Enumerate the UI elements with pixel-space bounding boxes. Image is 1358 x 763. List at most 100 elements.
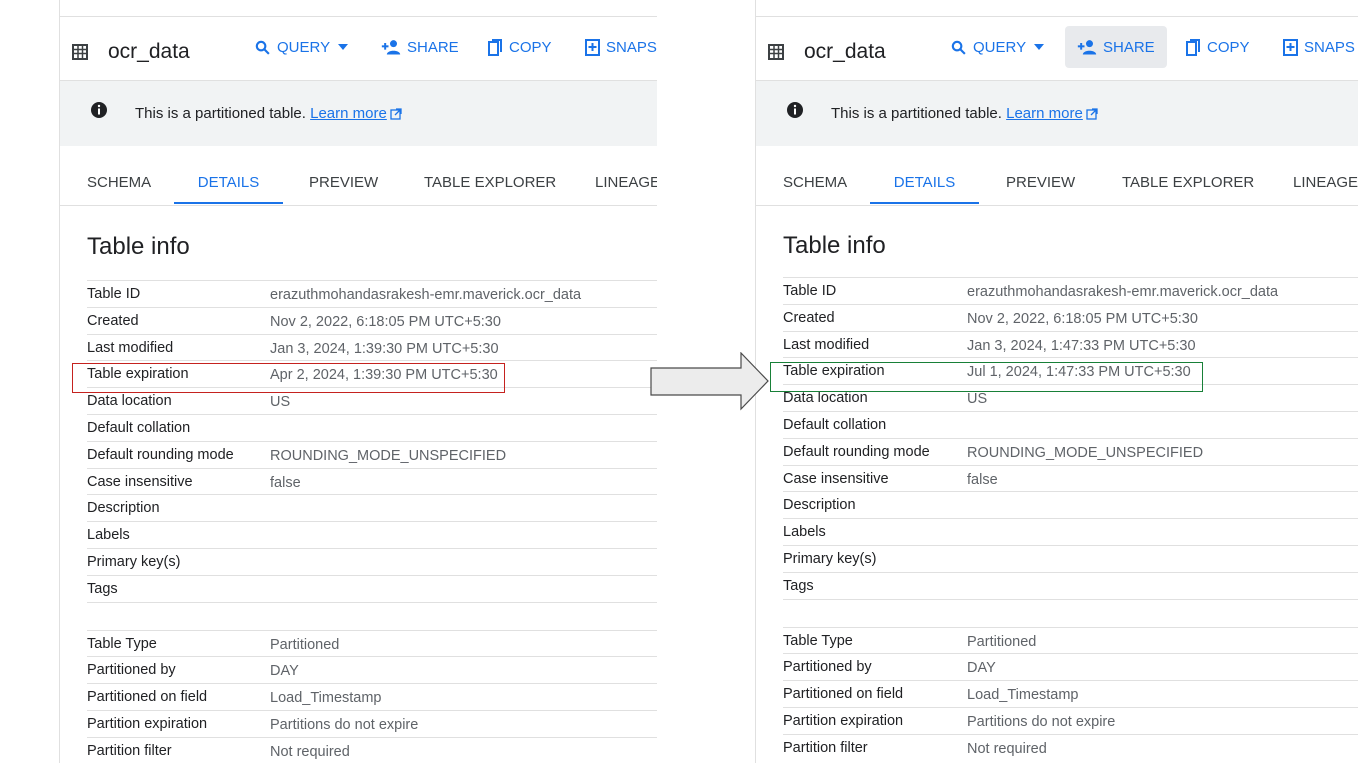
row-value: Partitions do not expire: [967, 713, 1116, 730]
case-insensitive-row: Case insensitive false: [87, 467, 657, 495]
table-icon: [72, 44, 88, 60]
partitioned-by-row: Partitioned by DAY: [87, 656, 657, 683]
row-label: Tags: [783, 577, 814, 594]
section-gap: [87, 601, 657, 630]
tab-schema[interactable]: SCHEMA: [87, 160, 151, 204]
row-value: Partitions do not expire: [270, 716, 419, 733]
row-label: Primary key(s): [87, 553, 181, 570]
chevron-down-icon: [338, 44, 349, 50]
row-value: Nov 2, 2022, 6:18:05 PM UTC+5:30: [270, 313, 501, 330]
tab-details[interactable]: DETAILS: [174, 160, 283, 204]
row-value: erazuthmohandasrakesh-emr.maverick.ocr_d…: [967, 284, 1279, 300]
row-label: Table Type: [87, 635, 157, 652]
row-value: Not required: [270, 743, 350, 760]
row-value: Not required: [967, 740, 1047, 757]
row-label: Partitioned on field: [87, 689, 208, 706]
row-label: Default collation: [783, 416, 887, 433]
info-text: This is a partitioned table.: [831, 105, 1002, 122]
table-info-heading: Table info: [87, 233, 190, 260]
learn-more-link[interactable]: Learn more: [1006, 105, 1083, 122]
labels-row: Labels: [87, 521, 657, 548]
created-row: Created Nov 2, 2022, 6:18:05 PM UTC+5:30: [87, 306, 657, 334]
tab-lineage[interactable]: LINEAGE: [1293, 160, 1358, 204]
row-label: Primary key(s): [783, 550, 877, 567]
tags-row: Tags: [87, 574, 657, 602]
right-arrow-icon: [650, 352, 769, 411]
row-value: US: [270, 394, 291, 411]
row-label: Default rounding mode: [783, 443, 930, 460]
row-label: Labels: [87, 527, 130, 544]
primary-keys-row: Primary key(s): [87, 547, 657, 575]
partition-info-banner: This is a partitioned table. Learn more: [756, 81, 1358, 146]
info-icon: [91, 102, 107, 118]
table-type-row: Table Type Partitioned: [87, 629, 657, 657]
row-label: Created: [87, 312, 139, 329]
table-id-row: Table ID erazuthmohandasrakesh-emr.maveri…: [783, 277, 1358, 304]
partition-expiration-row: Partition expiration Partitions do not ex…: [87, 709, 657, 737]
row-value: erazuthmohandasrakesh-emr.maverick.ocr_d…: [270, 287, 582, 303]
snapshot-label: SNAPS: [1304, 38, 1355, 56]
tab-details[interactable]: DETAILS: [870, 160, 979, 204]
tab-bar: SCHEMA DETAILS PREVIEW TABLE EXPLORER LI…: [756, 160, 1358, 206]
row-value: DAY: [270, 663, 299, 680]
row-value: false: [967, 471, 998, 488]
row-value: Jan 3, 2024, 1:39:30 PM UTC+5:30: [270, 340, 499, 357]
tab-table-explorer[interactable]: TABLE EXPLORER: [1122, 160, 1254, 204]
default-rounding-row: Default rounding mode ROUNDING_MODE_UNSPE…: [783, 437, 1358, 465]
last-modified-row: Last modified Jan 3, 2024, 1:47:33 PM UTC…: [783, 330, 1358, 358]
copy-button[interactable]: COPY: [1174, 26, 1262, 68]
partitioned-on-field-row: Partitioned on field Load_Timestamp: [87, 683, 657, 710]
description-row: Description: [87, 494, 657, 521]
toolbar: ocr_data QUERY SHARE COPY SNAPSI: [60, 26, 657, 80]
tab-preview[interactable]: PREVIEW: [309, 160, 378, 204]
copy-button[interactable]: COPY: [476, 26, 564, 68]
row-value: Partitioned: [967, 633, 1037, 650]
tab-table-explorer[interactable]: TABLE EXPLORER: [424, 160, 556, 204]
row-label: Tags: [87, 580, 118, 597]
default-rounding-row: Default rounding mode ROUNDING_MODE_UNSPE…: [87, 440, 657, 468]
search-icon: [255, 40, 270, 55]
row-value: DAY: [967, 660, 996, 677]
row-value: Nov 2, 2022, 6:18:05 PM UTC+5:30: [967, 310, 1198, 327]
primary-keys-row: Primary key(s): [783, 544, 1358, 572]
partitioned-by-row: Partitioned by DAY: [783, 653, 1358, 680]
default-collation-row: Default collation: [783, 410, 1358, 438]
learn-more-link[interactable]: Learn more: [310, 105, 387, 122]
partition-filter-row: Partition filter Not required: [783, 733, 1358, 761]
row-label: Last modified: [783, 336, 870, 353]
row-value: Load_Timestamp: [270, 690, 382, 707]
snapshot-button[interactable]: SNAPSI: [573, 26, 657, 68]
external-link-icon[interactable]: [390, 108, 402, 120]
tab-lineage[interactable]: LINEAGE: [595, 160, 657, 204]
share-button[interactable]: SHARE: [369, 26, 471, 68]
row-label: Partitioned by: [783, 659, 872, 676]
info-message: This is a partitioned table. Learn more: [831, 105, 1098, 122]
toolbar: ocr_data QUERY SHARE COPY SNAPS: [756, 26, 1358, 80]
tab-preview[interactable]: PREVIEW: [1006, 160, 1075, 204]
top-divider: [756, 16, 1358, 17]
table-info-list: Table ID erazuthmohandasrakesh-emr.maveri…: [783, 277, 1358, 761]
share-button[interactable]: SHARE: [1065, 26, 1167, 68]
external-link-icon[interactable]: [1086, 108, 1098, 120]
copy-label: COPY: [509, 38, 552, 56]
row-value: ROUNDING_MODE_UNSPECIFIED: [270, 447, 507, 464]
row-label: Partition expiration: [87, 715, 208, 732]
query-button[interactable]: QUERY: [938, 26, 1056, 68]
partition-filter-row: Partition filter Not required: [87, 736, 657, 763]
snapshot-button[interactable]: SNAPS: [1271, 26, 1358, 68]
table-title: ocr_data: [108, 40, 190, 63]
row-value: ROUNDING_MODE_UNSPECIFIED: [967, 444, 1204, 461]
row-label: Case insensitive: [783, 470, 889, 487]
query-button[interactable]: QUERY: [242, 26, 360, 68]
table-id-row: Table ID erazuthmohandasrakesh-emr.maveri…: [87, 280, 657, 307]
tab-schema[interactable]: SCHEMA: [783, 160, 847, 204]
row-label: Table Type: [783, 632, 853, 649]
table-info-list: Table ID erazuthmohandasrakesh-emr.maveri…: [87, 280, 657, 763]
row-label: Description: [783, 497, 856, 514]
partition-expiration-row: Partition expiration Partitions do not ex…: [783, 706, 1358, 734]
row-value: false: [270, 474, 301, 491]
row-label: Table ID: [783, 283, 837, 299]
copy-icon: [488, 38, 502, 56]
row-label: Partitioned on field: [783, 686, 904, 703]
table-title: ocr_data: [804, 40, 886, 63]
